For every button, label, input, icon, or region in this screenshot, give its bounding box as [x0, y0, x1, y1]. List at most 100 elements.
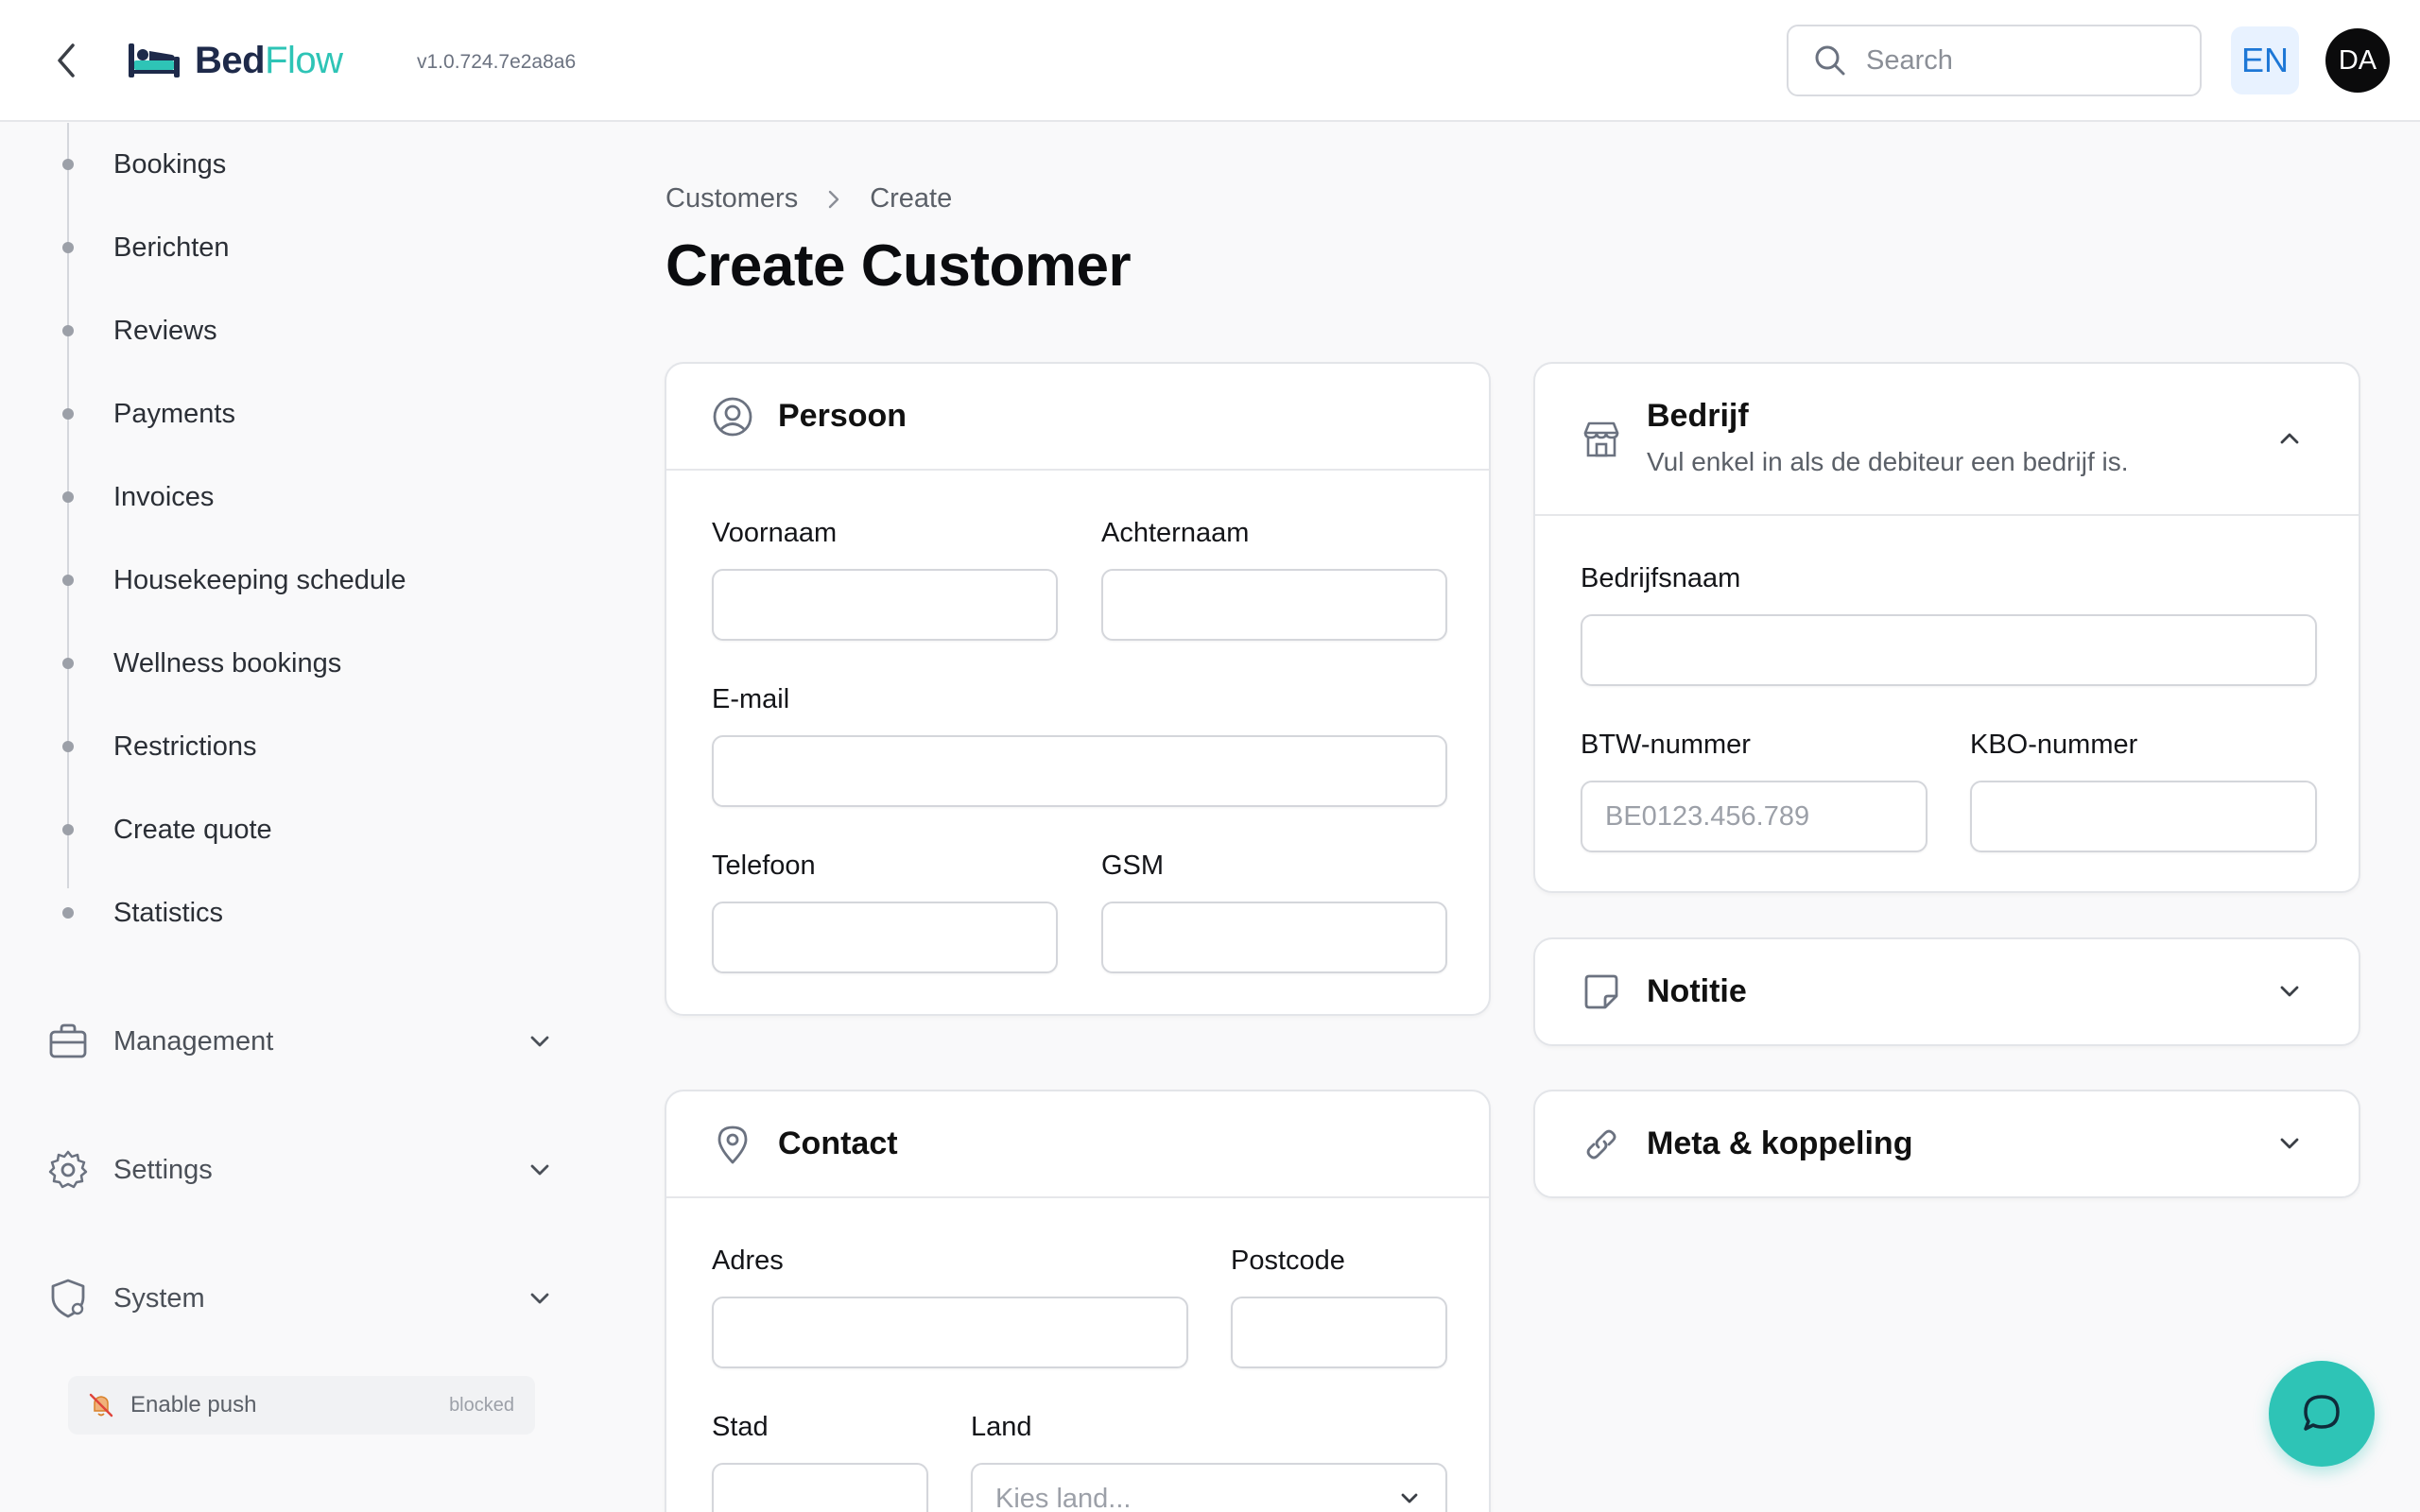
postcode-input[interactable]: [1233, 1298, 1445, 1366]
sidebar-item-label: Statistics: [113, 897, 224, 928]
sidebar-item-create-quote[interactable]: Create quote: [0, 801, 567, 858]
gsm-input[interactable]: [1103, 903, 1445, 971]
breadcrumb: Customers Create: [666, 183, 952, 215]
bullet-icon: [62, 491, 74, 503]
email-input[interactable]: [714, 737, 1445, 805]
achternaam-input[interactable]: [1103, 571, 1445, 639]
search-input[interactable]: [1866, 44, 2169, 77]
meta-card[interactable]: Meta & koppeling: [1533, 1090, 2360, 1198]
telefoon-field[interactable]: [712, 902, 1058, 973]
stad-label: Stad: [712, 1412, 769, 1442]
postcode-field[interactable]: [1231, 1297, 1447, 1368]
voornaam-label: Voornaam: [712, 518, 838, 548]
sidebar-item-label: Invoices: [113, 481, 215, 512]
sidebar-group-management[interactable]: Management: [0, 1008, 567, 1074]
sidebar: Bookings Berichten Reviews Payments Invo…: [0, 123, 605, 1512]
gsm-field[interactable]: [1101, 902, 1447, 973]
sidebar-item-invoices[interactable]: Invoices: [0, 469, 567, 525]
brand-name-part1: Bed: [195, 39, 266, 81]
bullet-icon: [62, 575, 74, 586]
sidebar-item-label: Berichten: [113, 232, 230, 263]
sticky-note-icon: [1584, 974, 1618, 1009]
land-select-value: Kies land...: [995, 1483, 1132, 1512]
briefcase-icon: [49, 1023, 87, 1058]
chat-button[interactable]: [2269, 1361, 2375, 1467]
kbo-label: KBO-nummer: [1970, 730, 2138, 760]
bedrijf-subtitle: Vul enkel in als de debiteur een bedrijf…: [1647, 447, 2129, 476]
chevron-down-icon[interactable]: [2275, 1129, 2304, 1158]
bell-off-icon: [89, 1393, 113, 1418]
breadcrumb-current: Create: [870, 183, 953, 214]
notitie-card[interactable]: Notitie: [1533, 937, 2360, 1046]
stad-field[interactable]: [712, 1463, 928, 1512]
search-box[interactable]: [1787, 25, 2202, 96]
bedrijf-title: Bedrijf: [1647, 398, 1749, 434]
voornaam-input[interactable]: [714, 571, 1056, 639]
sidebar-item-label: Wellness bookings: [113, 647, 342, 679]
contact-card-header: Contact: [666, 1091, 1489, 1198]
sidebar-group-settings[interactable]: Settings: [0, 1137, 567, 1203]
user-circle-icon: [713, 397, 752, 437]
notitie-card-header[interactable]: Notitie: [1535, 939, 2359, 1044]
kbo-input[interactable]: [1972, 782, 2315, 850]
kbo-field[interactable]: [1970, 781, 2317, 852]
chevron-down-icon: [1401, 1493, 1418, 1503]
user-avatar[interactable]: DA: [2325, 28, 2390, 93]
adres-input[interactable]: [714, 1298, 1186, 1366]
email-field[interactable]: [712, 735, 1447, 807]
persoon-card-header: Persoon: [666, 364, 1489, 471]
adres-label: Adres: [712, 1246, 784, 1276]
enable-push-button[interactable]: Enable push blocked: [68, 1376, 535, 1435]
bedrijf-card-header[interactable]: Bedrijf Vul enkel in als de debiteur een…: [1535, 364, 2359, 516]
sidebar-item-bookings[interactable]: Bookings: [0, 136, 567, 193]
search-icon: [1815, 45, 1845, 76]
page-title: Create Customer: [666, 233, 1132, 299]
sidebar-item-statistics[interactable]: Statistics: [0, 885, 567, 941]
bedrijf-card: Bedrijf Vul enkel in als de debiteur een…: [1533, 362, 2360, 893]
store-icon: [1583, 421, 1619, 457]
meta-card-header[interactable]: Meta & koppeling: [1535, 1091, 2359, 1196]
contact-title: Contact: [778, 1125, 898, 1161]
bullet-icon: [62, 159, 74, 170]
adres-field[interactable]: [712, 1297, 1188, 1368]
email-label: E-mail: [712, 684, 790, 714]
bullet-icon: [62, 658, 74, 669]
chevron-down-icon[interactable]: [2275, 977, 2304, 1005]
sidebar-item-label: Create quote: [113, 814, 272, 845]
sidebar-item-label: Housekeeping schedule: [113, 564, 406, 595]
language-button[interactable]: EN: [2231, 26, 2299, 94]
btw-field[interactable]: [1581, 781, 1927, 852]
sidebar-item-wellness[interactable]: Wellness bookings: [0, 635, 567, 692]
link-icon: [1586, 1129, 1616, 1160]
bedrijfsnaam-field[interactable]: [1581, 614, 2317, 686]
sidebar-item-berichten[interactable]: Berichten: [0, 219, 567, 276]
gear-icon: [48, 1150, 88, 1189]
sidebar-item-payments[interactable]: Payments: [0, 386, 567, 442]
enable-push-label: Enable push: [130, 1392, 257, 1418]
voornaam-field[interactable]: [712, 569, 1058, 641]
achternaam-label: Achternaam: [1101, 518, 1250, 548]
chevron-down-icon: [530, 1164, 549, 1176]
stad-input[interactable]: [714, 1465, 926, 1512]
chevron-up-icon[interactable]: [2275, 424, 2304, 453]
bedrijfsnaam-input[interactable]: [1582, 616, 2315, 684]
bullet-icon: [62, 325, 74, 336]
sidebar-group-system[interactable]: System: [0, 1265, 567, 1332]
bedrijfsnaam-label: Bedrijfsnaam: [1581, 563, 1741, 593]
telefoon-input[interactable]: [714, 903, 1056, 971]
map-pin-icon: [717, 1125, 748, 1164]
breadcrumb-customers[interactable]: Customers: [666, 183, 798, 215]
sidebar-item-housekeeping[interactable]: Housekeeping schedule: [0, 552, 567, 609]
push-status-label: blocked: [449, 1394, 514, 1416]
btw-input[interactable]: [1582, 782, 1926, 850]
achternaam-field[interactable]: [1101, 569, 1447, 641]
land-select[interactable]: Kies land...: [971, 1463, 1447, 1512]
back-button[interactable]: [47, 38, 85, 83]
sidebar-item-reviews[interactable]: Reviews: [0, 302, 567, 359]
sidebar-item-restrictions[interactable]: Restrictions: [0, 718, 567, 775]
bullet-icon: [62, 242, 74, 253]
shield-gear-icon: [51, 1279, 85, 1318]
sidebar-item-label: Bookings: [113, 148, 227, 180]
land-label: Land: [971, 1412, 1032, 1442]
brand-logo[interactable]: BedFlow: [127, 36, 343, 85]
